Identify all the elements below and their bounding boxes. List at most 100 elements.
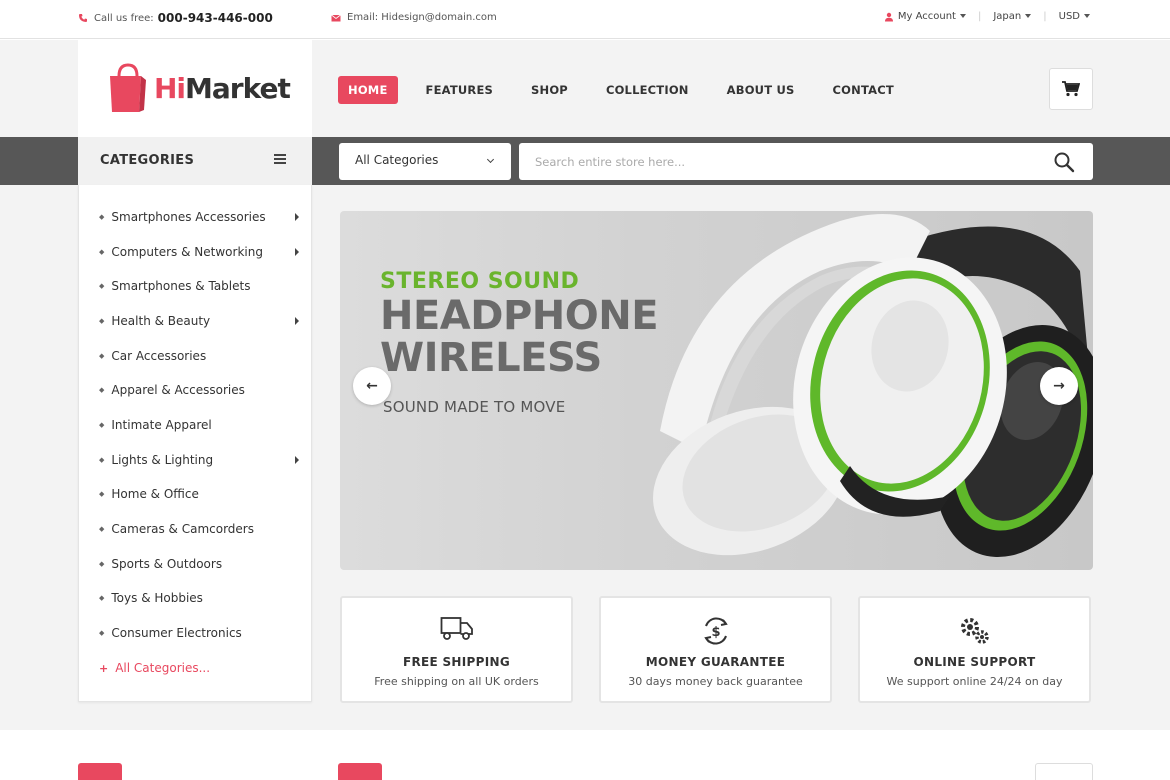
plus-icon: + [99, 661, 109, 675]
feature-money-guarantee: $ MONEY GUARANTEE 30 days money back gua… [599, 596, 832, 703]
diamond-bullet-icon: ◆ [99, 560, 105, 568]
logo-text: HiMarket [154, 71, 291, 105]
my-account-label: My Account [897, 11, 956, 22]
category-label: Apparel & Accessories [111, 383, 245, 397]
hero-slider: STEREO SOUND HEADPHONE WIRELESS SOUND MA… [340, 211, 1093, 570]
currency-label: USD [1058, 11, 1080, 22]
arrow-right-icon: → [1053, 378, 1065, 394]
phone-icon [79, 14, 87, 22]
contact-email: Email: Hidesign@domain.com [331, 12, 497, 23]
diamond-bullet-icon: ◆ [99, 213, 105, 221]
hero-tagline: SOUND MADE TO MOVE [383, 398, 566, 416]
chevron-down-icon [486, 155, 495, 164]
divider: | [977, 11, 982, 22]
category-item[interactable]: ◆ Home & Office [99, 484, 299, 504]
caret-down-icon [1084, 14, 1090, 18]
category-label: Sports & Outdoors [111, 557, 223, 571]
category-item[interactable]: ◆ Cameras & Camcorders [99, 519, 299, 539]
section-icon [338, 763, 382, 780]
arrow-right-icon [295, 248, 299, 256]
truck-icon [440, 617, 473, 640]
diamond-bullet-icon: ◆ [99, 490, 105, 498]
cart-button[interactable] [1049, 68, 1093, 110]
category-label: Health & Beauty [111, 314, 211, 328]
feature-title: FREE SHIPPING [402, 655, 510, 669]
feature-online-support: ONLINE SUPPORT We support online 24/24 o… [858, 596, 1091, 703]
currency-dropdown[interactable]: USD [1059, 11, 1090, 22]
category-label: Smartphones Accessories [111, 210, 266, 224]
slider-prev-button[interactable]: ← [353, 367, 391, 405]
diamond-bullet-icon: ◆ [99, 248, 105, 256]
category-item[interactable]: ◆ Toys & Hobbies [99, 588, 299, 608]
diamond-bullet-icon: ◆ [99, 421, 105, 429]
top-bar-menu: My Account | Japan | USD [884, 11, 1090, 22]
category-item[interactable]: ◆ Computers & Networking [99, 242, 299, 262]
category-item[interactable]: ◆ Apparel & Accessories [99, 380, 299, 400]
arrow-right-icon [295, 317, 299, 325]
category-item[interactable]: ◆ Smartphones Accessories [99, 207, 299, 227]
arrow-right-icon [295, 456, 299, 464]
feature-free-shipping: FREE SHIPPING Free shipping on all UK or… [340, 596, 573, 703]
email-text[interactable]: Email: Hidesign@domain.com [347, 12, 497, 23]
search-input[interactable] [535, 152, 1015, 172]
language-dropdown[interactable]: Japan [993, 11, 1032, 22]
my-account-dropdown[interactable]: My Account [898, 11, 966, 22]
category-label: Home & Office [111, 487, 199, 501]
category-select-value: All Categories [355, 153, 439, 167]
diamond-bullet-icon: ◆ [99, 629, 105, 637]
nav-contact[interactable]: CONTACT [833, 83, 894, 97]
shopping-bag-icon [110, 63, 146, 112]
category-item[interactable]: ◆ Consumer Electronics [99, 623, 299, 643]
category-item[interactable]: ◆ Car Accessories [99, 346, 299, 366]
diamond-bullet-icon: ◆ [99, 317, 105, 325]
section-nav-button[interactable] [1035, 763, 1093, 780]
phone-number[interactable]: 000-943-446-000 [158, 11, 273, 25]
main-nav: HOME FEATURES SHOP COLLECTION ABOUT US C… [338, 76, 932, 104]
language-label: Japan [993, 11, 1022, 22]
category-label: Intimate Apparel [111, 418, 212, 432]
arrow-right-icon [295, 213, 299, 221]
menu-icon [274, 154, 286, 166]
category-item[interactable]: ◆ Sports & Outdoors [99, 554, 299, 574]
categories-title: CATEGORIES [100, 153, 195, 168]
logo-container: HiMarket [78, 40, 312, 137]
nav-features[interactable]: FEATURES [426, 83, 494, 97]
search-icon[interactable] [1053, 151, 1075, 173]
category-label: Toys & Hobbies [111, 591, 203, 605]
category-label: Lights & Lighting [111, 453, 214, 467]
category-select[interactable]: All Categories [339, 143, 511, 180]
feature-title: MONEY GUARANTEE [645, 655, 786, 669]
nav-home[interactable]: HOME [338, 76, 398, 104]
category-item[interactable]: ◆ Lights & Lighting [99, 450, 299, 470]
nav-about-us[interactable]: ABOUT US [727, 83, 795, 97]
category-item[interactable]: ◆ Health & Beauty [99, 311, 299, 331]
arrow-left-icon: ← [366, 378, 378, 394]
search-box [519, 143, 1093, 180]
diamond-bullet-icon: ◆ [99, 594, 105, 602]
envelope-icon [331, 14, 341, 21]
categories-header[interactable]: CATEGORIES [78, 137, 312, 185]
call-label: Call us free: [94, 12, 154, 24]
all-categories-label: All Categories... [115, 661, 211, 675]
feature-subtitle: Free shipping on all UK orders [374, 675, 539, 688]
nav-collection[interactable]: COLLECTION [606, 83, 689, 97]
next-section [0, 730, 1170, 780]
logo-hi: Hi [154, 71, 186, 105]
diamond-bullet-icon: ◆ [99, 282, 105, 290]
gears-icon [960, 618, 989, 644]
hero-title: HEADPHONE WIRELESS [380, 295, 659, 379]
site-logo[interactable]: HiMarket [108, 62, 291, 114]
hero-kicker: STEREO SOUND [380, 269, 580, 294]
section-icon [78, 763, 122, 780]
category-item[interactable]: ◆ Intimate Apparel [99, 415, 299, 435]
caret-down-icon [1025, 14, 1032, 18]
nav-shop[interactable]: SHOP [531, 83, 568, 97]
all-categories-link[interactable]: + All Categories... [99, 658, 299, 678]
slider-next-button[interactable]: → [1040, 367, 1078, 405]
category-label: Cameras & Camcorders [111, 522, 254, 536]
category-item[interactable]: ◆ Smartphones & Tablets [99, 276, 299, 296]
feature-title: ONLINE SUPPORT [913, 655, 1036, 669]
svg-text:$: $ [711, 625, 720, 640]
contact-phone: Call us free: 000-943-446-000 [78, 11, 273, 25]
category-label: Car Accessories [111, 349, 207, 363]
